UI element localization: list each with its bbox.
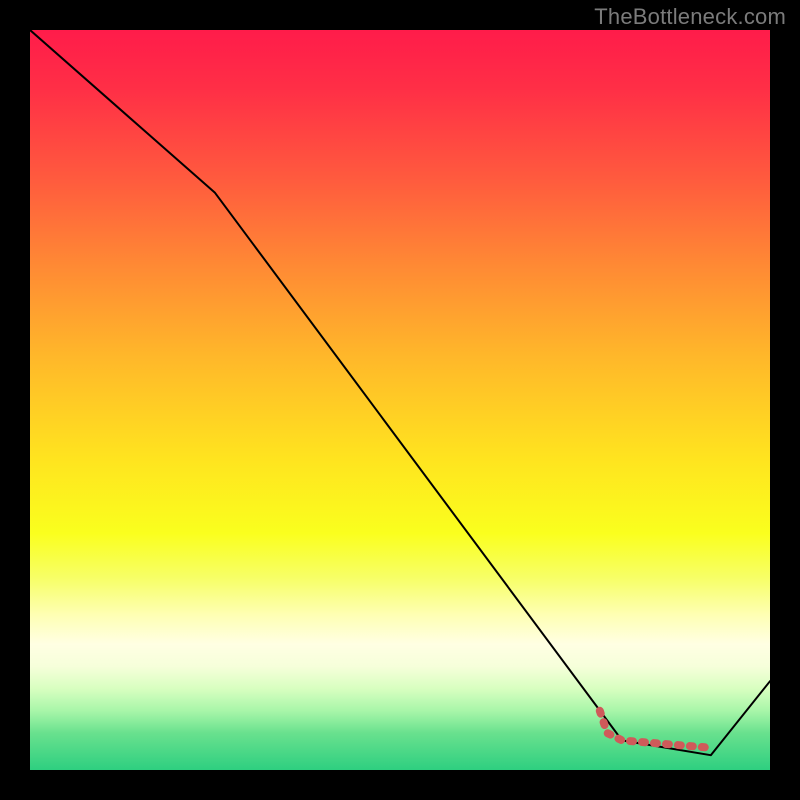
chart-main-line bbox=[30, 30, 770, 755]
watermark-text: TheBottleneck.com bbox=[594, 4, 786, 30]
chart-accent-line bbox=[600, 711, 711, 748]
chart-overlay bbox=[30, 30, 770, 770]
chart-frame: TheBottleneck.com bbox=[0, 0, 800, 800]
